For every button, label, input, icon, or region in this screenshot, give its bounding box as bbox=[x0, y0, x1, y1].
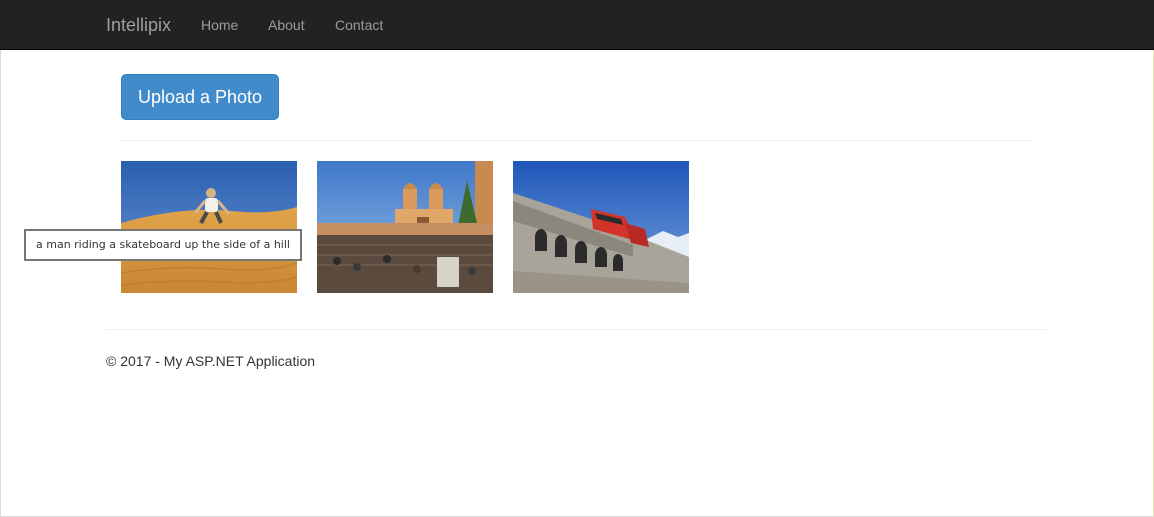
church-photo-image bbox=[317, 161, 493, 293]
footer-copyright: © 2017 - My ASP.NET Application bbox=[106, 353, 316, 369]
top-navbar: Intellipix Home About Contact bbox=[0, 0, 1154, 50]
divider bbox=[121, 140, 1032, 141]
photo-thumbnail-church[interactable] bbox=[317, 161, 493, 293]
nav-link-home[interactable]: Home bbox=[201, 16, 238, 34]
nav-link-about[interactable]: About bbox=[268, 16, 305, 34]
photo-caption-tooltip: a man riding a skateboard up the side of… bbox=[24, 229, 302, 261]
footer-divider bbox=[106, 329, 1047, 330]
photo-thumbnail-train[interactable] bbox=[513, 161, 689, 293]
desert-photo-image bbox=[121, 161, 297, 293]
photo-thumbnail-desert[interactable] bbox=[121, 161, 297, 293]
upload-photo-button[interactable]: Upload a Photo bbox=[121, 74, 279, 120]
nav-link-contact[interactable]: Contact bbox=[335, 16, 383, 34]
train-photo-image bbox=[513, 161, 689, 293]
brand-link[interactable]: Intellipix bbox=[106, 15, 171, 35]
